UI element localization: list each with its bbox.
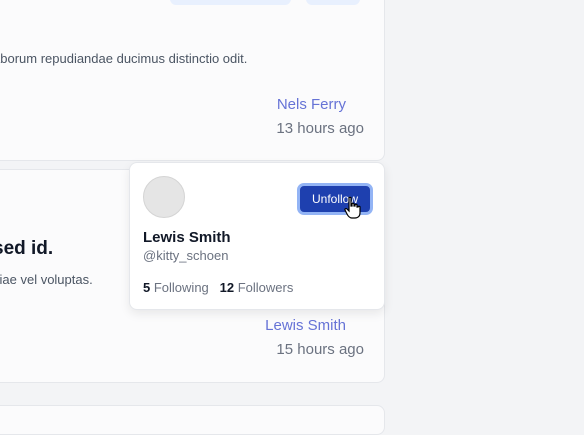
post-card [0,405,385,435]
followers-count: 12 [219,280,235,295]
author-link[interactable]: Nels Ferry [277,96,346,113]
post-time: 15 hours ago [276,341,364,358]
post-excerpt: ciae vel voluptas. [0,272,93,287]
hand-pointer-icon [344,196,361,219]
post-card: aborum repudiandae ducimus distinctio od… [0,0,385,161]
avatar[interactable] [143,176,185,218]
post-tag[interactable] [170,0,291,5]
post-time: 13 hours ago [276,120,364,137]
unfollow-button[interactable]: Unfollow [297,183,373,215]
following-count: 5 [143,280,151,295]
post-tag[interactable] [306,0,360,5]
post-title[interactable]: sed id. [0,238,53,260]
user-name[interactable]: Lewis Smith [143,229,231,246]
follow-stats: 5 Following 12 Followers [143,280,293,295]
followers-label[interactable]: Followers [238,280,294,295]
following-label[interactable]: Following [154,280,209,295]
author-link[interactable]: Lewis Smith [265,317,346,334]
user-handle: @kitty_schoen [143,248,229,263]
post-excerpt: aborum repudiandae ducimus distinctio od… [0,51,248,66]
user-hovercard: Unfollow Lewis Smith @kitty_schoen 5 Fol… [129,162,385,310]
